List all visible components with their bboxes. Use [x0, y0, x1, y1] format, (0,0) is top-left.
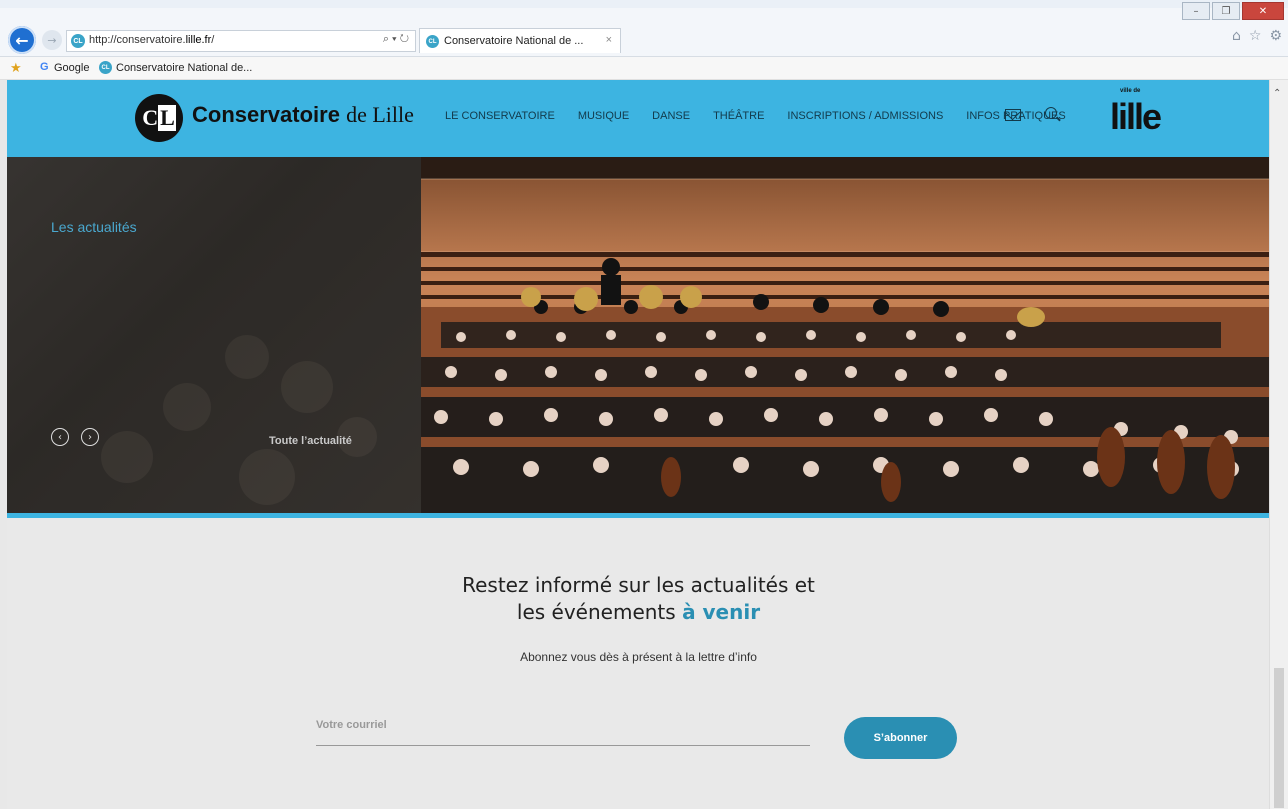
mail-icon[interactable] [1005, 109, 1021, 121]
window-controls: – ❐ ✕ [1182, 2, 1284, 20]
newsletter-subtitle: Abonnez vous dès à présent à la lettre d… [520, 650, 757, 664]
nav-musique[interactable]: MUSIQUE [578, 110, 629, 122]
cl-logo-icon[interactable]: CL [135, 94, 183, 142]
google-favicon-icon: G [40, 61, 49, 73]
page-scrollbar[interactable]: ⌃ [1269, 80, 1288, 809]
panel-background-image [7, 157, 421, 513]
browser-tab[interactable]: CL Conservatoire National de ... × [419, 28, 621, 53]
orchestra-photo [421, 157, 1270, 513]
favorites-star-icon[interactable]: ☆ [1249, 28, 1262, 44]
site-favicon-icon: CL [71, 34, 85, 48]
nav-theatre[interactable]: THÉÂTRE [713, 110, 764, 122]
nav-le-conservatoire[interactable]: LE CONSERVATOIRE [445, 110, 555, 122]
favorite-conservatoire[interactable]: Conservatoire National de... [116, 62, 252, 74]
all-news-link[interactable]: Toute l’actualité [269, 435, 352, 447]
settings-gear-icon[interactable]: ⚙ [1269, 28, 1282, 44]
search-icon[interactable] [1045, 107, 1057, 119]
carousel-next-icon[interactable]: › [81, 428, 99, 446]
minimize-button[interactable]: – [1182, 2, 1210, 20]
browser-toolbar: ← → CL http://conservatoire.lille.fr/ ⌕ … [0, 0, 1288, 57]
close-window-button[interactable]: ✕ [1242, 2, 1284, 20]
main-nav: LE CONSERVATOIRE MUSIQUE DANSE THÉÂTRE I… [445, 110, 1089, 122]
site-header: CL Conservatoire de Lille LE CONSERVATOI… [7, 80, 1270, 157]
ville-de-lille-logo[interactable]: ville de lille [1110, 88, 1162, 140]
address-controls[interactable]: ⌕ ▾ ↻ [383, 33, 409, 46]
subscribe-button[interactable]: S’abonner [844, 717, 957, 759]
news-carousel: Les actualités ‹ › Toute l’actualité [7, 157, 1270, 513]
home-icon[interactable]: ⌂ [1232, 28, 1241, 44]
favorite-google[interactable]: Google [54, 62, 89, 74]
tab-title: Conservatoire National de ... [444, 35, 584, 47]
scroll-up-icon[interactable]: ⌃ [1273, 88, 1281, 99]
nav-danse[interactable]: DANSE [652, 110, 690, 122]
site-logo-text[interactable]: Conservatoire de Lille [192, 102, 414, 128]
carousel-prev-icon[interactable]: ‹ [51, 428, 69, 446]
title-strip [0, 0, 1288, 8]
newsletter-title-accent: à venir [682, 600, 761, 624]
add-favorite-icon[interactable]: ★ [10, 60, 22, 76]
back-button[interactable]: ← [8, 26, 36, 54]
address-bar[interactable]: CL http://conservatoire.lille.fr/ ⌕ ▾ ↻ [66, 30, 416, 52]
news-panel: Les actualités ‹ › Toute l’actualité [7, 157, 421, 513]
newsletter-section: Restez informé sur les actualités et les… [7, 518, 1270, 809]
email-field[interactable] [316, 711, 810, 746]
favorites-bar: ★ G Google CL Conservatoire National de.… [0, 57, 1288, 80]
conservatoire-favicon-icon: CL [99, 61, 112, 74]
tab-favicon-icon: CL [426, 35, 439, 48]
web-page: CL Conservatoire de Lille LE CONSERVATOI… [7, 80, 1270, 809]
restore-button[interactable]: ❐ [1212, 2, 1240, 20]
nav-inscriptions[interactable]: INSCRIPTIONS / ADMISSIONS [787, 110, 943, 122]
scroll-thumb[interactable] [1274, 668, 1284, 808]
news-section-label: Les actualités [51, 219, 137, 235]
newsletter-title-line1: Restez informé sur les actualités et [462, 573, 815, 597]
newsletter-title-line2: les événements à venir [516, 600, 761, 624]
tab-close-icon[interactable]: × [606, 34, 612, 46]
forward-button[interactable]: → [42, 30, 62, 50]
address-url: http://conservatoire.lille.fr/ [89, 34, 215, 46]
browser-tool-icons: ⌂ ☆ ⚙ [1232, 28, 1282, 44]
